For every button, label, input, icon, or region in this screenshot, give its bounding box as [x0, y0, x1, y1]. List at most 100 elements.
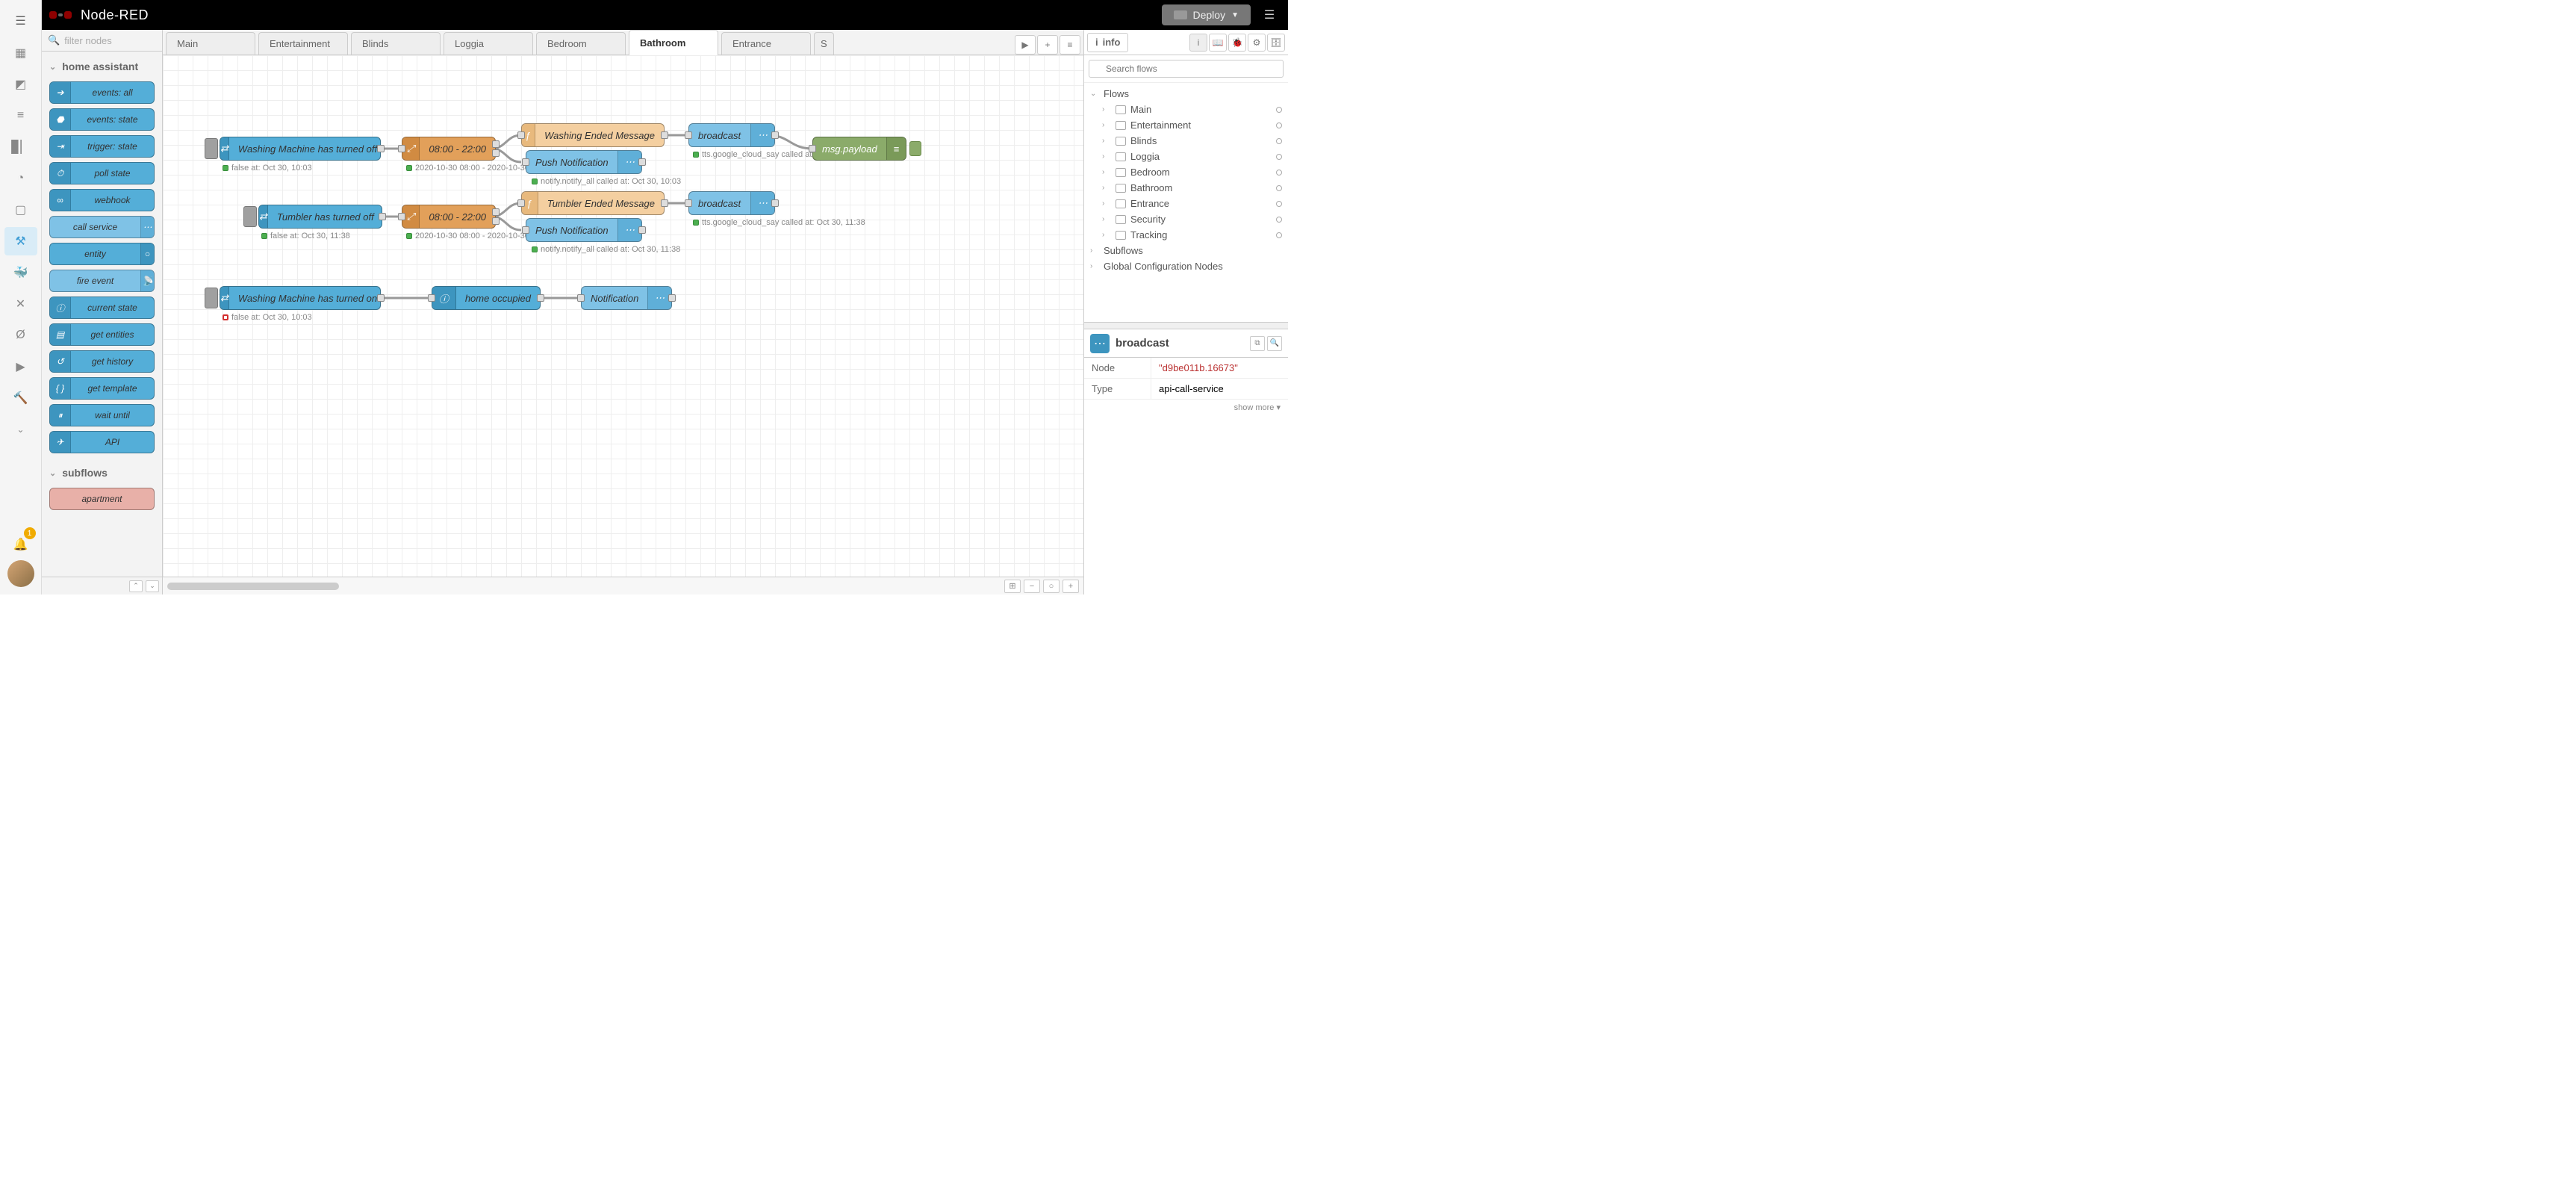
tab-bathroom[interactable]: Bathroom [629, 30, 718, 55]
palette-node-fire-event[interactable]: fire event📡 [49, 270, 155, 292]
square-c-icon[interactable]: ▢ [4, 196, 37, 224]
palette-node-call-service[interactable]: call service⋯ [49, 216, 155, 238]
node-push-1[interactable]: Push Notification⋯ [526, 150, 642, 174]
tree-main[interactable]: ›Main [1084, 102, 1288, 117]
collapse-down-button[interactable]: ⌄ [146, 580, 159, 592]
detail-row-node: Node "d9be011b.16673" [1084, 358, 1288, 379]
flow-tree: ⌄Flows ›Main ›Entertainment ›Blinds ›Log… [1084, 83, 1288, 322]
tree-subflows[interactable]: ›Subflows [1084, 243, 1288, 258]
nodered-icon[interactable]: ⚒ [4, 227, 37, 255]
tab-more[interactable]: S [814, 32, 834, 55]
sidebar-context-icon[interactable]: 🗄 [1267, 34, 1285, 52]
palette-node-events-state[interactable]: ⬣events: state [49, 108, 155, 131]
tab-entertainment[interactable]: Entertainment [258, 32, 348, 55]
menu-icon[interactable]: ☰ [4, 6, 37, 36]
palette-node-get-template[interactable]: { }get template [49, 377, 155, 400]
zoom-reset-button[interactable]: ○ [1043, 580, 1060, 593]
deploy-button[interactable]: Deploy ▼ [1162, 4, 1251, 25]
tree-loggia[interactable]: ›Loggia [1084, 149, 1288, 164]
docker-icon[interactable]: 🐳 [4, 258, 37, 287]
tree-flows[interactable]: ⌄Flows [1084, 86, 1288, 102]
sidebar-help-icon[interactable]: 📖 [1209, 34, 1227, 52]
tab-add-button[interactable]: + [1037, 35, 1058, 55]
avatar[interactable] [7, 560, 34, 587]
hammer-icon[interactable]: 🔨 [4, 384, 37, 412]
sidebar-tab-info[interactable]: iinfo [1087, 33, 1128, 52]
node-time-1[interactable]: ⤢08:00 - 22:00 [402, 137, 496, 161]
tree-tracking[interactable]: ›Tracking [1084, 227, 1288, 243]
category-home-assistant[interactable]: ⌄home assistant [42, 55, 162, 78]
sidebar-config-icon[interactable]: ⚙ [1248, 34, 1266, 52]
node-home-occupied[interactable]: ⓘhome occupied [432, 286, 541, 310]
sidebar-info-icon[interactable]: i [1189, 34, 1207, 52]
palette-node-wait-until[interactable]: ⏸wait until [49, 404, 155, 426]
tab-main[interactable]: Main [166, 32, 255, 55]
status-washing-on: false at: Oct 30, 10:03 [223, 313, 312, 322]
tree-bedroom[interactable]: ›Bedroom [1084, 164, 1288, 180]
node-time-2[interactable]: ⤢08:00 - 22:00 [402, 205, 496, 229]
inject-button[interactable] [205, 138, 218, 159]
node-wash-msg[interactable]: ƒWashing Ended Message [521, 123, 665, 147]
palette-node-webhook[interactable]: ∞webhook [49, 189, 155, 211]
chart-icon[interactable]: ▊▏ [4, 133, 37, 161]
node-notification[interactable]: Notification⋯ [581, 286, 672, 310]
palette-node-entity[interactable]: entity○ [49, 243, 155, 265]
palette-node-events-all[interactable]: ➔events: all [49, 81, 155, 104]
palette-node-get-entities[interactable]: ▤get entities [49, 323, 155, 346]
palette-node-trigger-state[interactable]: ⇥trigger: state [49, 135, 155, 158]
tree-entertainment[interactable]: ›Entertainment [1084, 117, 1288, 133]
node-washing-on[interactable]: ⇄Washing Machine has turned on [220, 286, 381, 310]
sidebar-search-input[interactable] [1089, 60, 1284, 78]
palette-node-current-state[interactable]: ⓘcurrent state [49, 297, 155, 319]
detail-find-button[interactable]: 🔍 [1267, 336, 1282, 351]
dashboard-icon[interactable]: ▦ [4, 39, 37, 67]
tree-entrance[interactable]: ›Entrance [1084, 196, 1288, 211]
palette-search[interactable]: 🔍 filter nodes [42, 30, 162, 52]
inject-button-2[interactable] [243, 206, 257, 227]
person-icon[interactable]: ◩ [4, 70, 37, 99]
palette-node-api[interactable]: ✈API [49, 431, 155, 453]
flow-canvas[interactable]: ⇄Washing Machine has turned off false at… [163, 55, 1083, 577]
tree-blinds[interactable]: ›Blinds [1084, 133, 1288, 149]
palette-node-apartment[interactable]: apartment [49, 488, 155, 510]
palette-node-poll-state[interactable]: ⏱poll state [49, 162, 155, 184]
tab-scroll-right[interactable]: ▶ [1015, 35, 1036, 55]
chevron-down-icon[interactable]: ⌄ [4, 415, 37, 444]
gauge-icon[interactable]: ◔ [4, 164, 37, 193]
node-broadcast-2[interactable]: broadcast⋯ [688, 191, 775, 215]
category-subflows[interactable]: ⌄subflows [42, 461, 162, 485]
debug-toggle[interactable] [909, 141, 921, 156]
node-tumbler-off[interactable]: ⇄Tumbler has turned off [258, 205, 382, 229]
list-icon[interactable]: ≡ [4, 102, 37, 130]
palette-search-placeholder: filter nodes [64, 35, 112, 46]
node-broadcast-1[interactable]: broadcast⋯ [688, 123, 775, 147]
tree-security[interactable]: ›Security [1084, 211, 1288, 227]
detail-copy-button[interactable]: ⧉ [1250, 336, 1265, 351]
tree-global-config[interactable]: ›Global Configuration Nodes [1084, 258, 1288, 274]
vscode-icon[interactable]: ✕ [4, 290, 37, 318]
navigator-button[interactable]: ⊞ [1004, 580, 1021, 593]
zoom-in-button[interactable]: + [1063, 580, 1079, 593]
tab-list-button[interactable]: ≡ [1060, 35, 1080, 55]
tab-loggia[interactable]: Loggia [444, 32, 533, 55]
tab-bedroom[interactable]: Bedroom [536, 32, 626, 55]
palette-node-get-history[interactable]: ↺get history [49, 350, 155, 373]
node-washing-off[interactable]: ⇄Washing Machine has turned off [220, 137, 381, 161]
node-debug[interactable]: msg.payload≡ [812, 137, 906, 161]
library-icon[interactable]: ▶ [4, 353, 37, 381]
scrollbar[interactable] [167, 583, 339, 590]
hamburger-icon[interactable]: ☰ [1258, 7, 1281, 22]
sidebar-debug-icon[interactable]: 🐞 [1228, 34, 1246, 52]
sidebar-splitter[interactable] [1084, 322, 1288, 329]
tree-bathroom[interactable]: ›Bathroom [1084, 180, 1288, 196]
zoom-out-button[interactable]: − [1024, 580, 1040, 593]
tab-blinds[interactable]: Blinds [351, 32, 441, 55]
node-tumb-msg[interactable]: ƒTumbler Ended Message [521, 191, 665, 215]
bell-icon[interactable]: 🔔1 [4, 530, 37, 559]
tab-entrance[interactable]: Entrance [721, 32, 811, 55]
collapse-up-button[interactable]: ⌃ [129, 580, 143, 592]
zigbee-icon[interactable]: Ø [4, 321, 37, 350]
node-push-2[interactable]: Push Notification⋯ [526, 218, 642, 242]
inject-button-3[interactable] [205, 288, 218, 308]
show-more-button[interactable]: show more ▾ [1084, 400, 1288, 415]
